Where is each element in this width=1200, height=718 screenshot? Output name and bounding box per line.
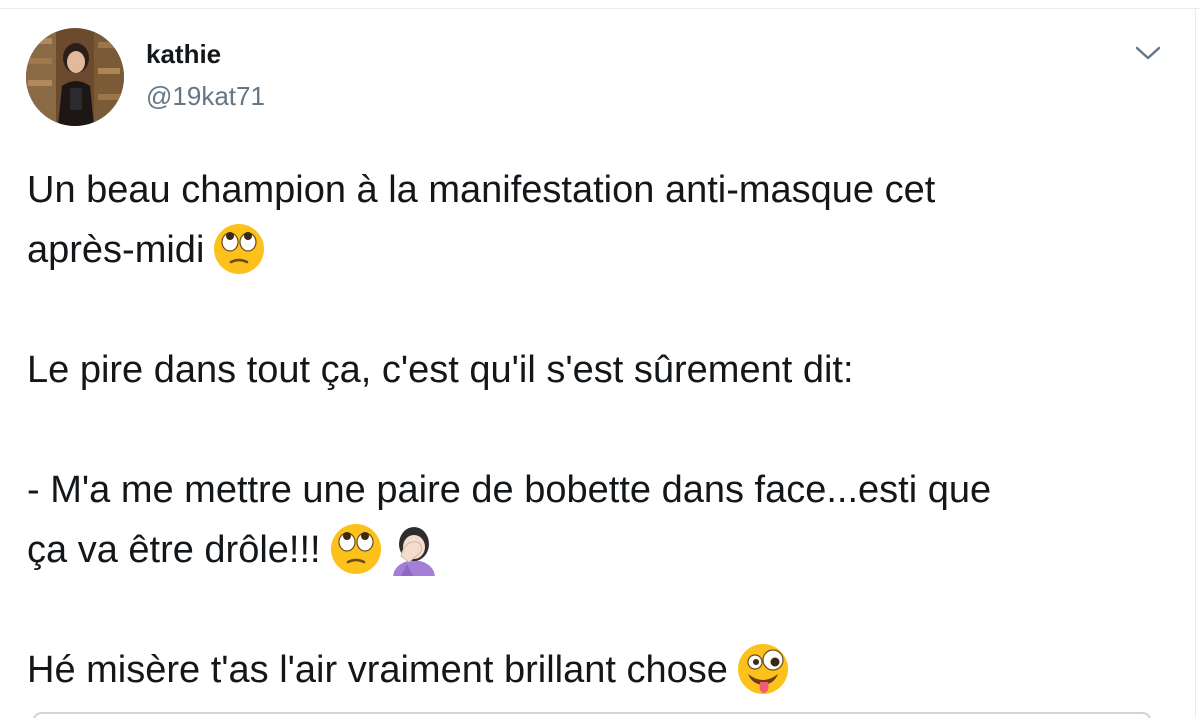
tweet-right-border [1195,8,1196,718]
zany-face-icon [736,642,790,696]
tweet-top-border [0,8,1200,9]
tweet-line: ça va être drôle!!! [27,520,1177,580]
author-handle[interactable]: @19kat71 [146,80,265,112]
tweet-line: - M'a me mettre une paire de bobette dan… [27,460,1177,520]
tweet-line-text: Le pire dans tout ça, c'est qu'il s'est … [27,349,854,391]
face-with-rolling-eyes-icon [212,222,266,276]
tweet-line: Hé misère t'as l'air vraiment brillant c… [27,640,1177,700]
tweet-line-text: ça va être drôle!!! [27,529,321,571]
tweet-line: après-midi [27,220,1177,280]
tweet-line-text: Hé misère t'as l'air vraiment brillant c… [27,649,728,691]
tweet-line-text: après-midi [27,229,205,271]
avatar[interactable] [26,28,124,126]
author-name[interactable]: kathie [146,38,221,70]
woman-facepalming-icon [387,522,441,576]
tweet-line-text: - M'a me mettre une paire de bobette dan… [27,469,992,511]
face-with-rolling-eyes-icon [329,522,383,576]
tweet-line: Le pire dans tout ça, c'est qu'il s'est … [27,340,1177,400]
tweet-text: Un beau champion à la manifestation anti… [27,160,1177,700]
chevron-down-icon[interactable] [1134,42,1162,64]
tweet-line: Un beau champion à la manifestation anti… [27,160,1177,220]
media-card-edge[interactable] [32,712,1152,718]
tweet-line-text: Un beau champion à la manifestation anti… [27,169,936,211]
